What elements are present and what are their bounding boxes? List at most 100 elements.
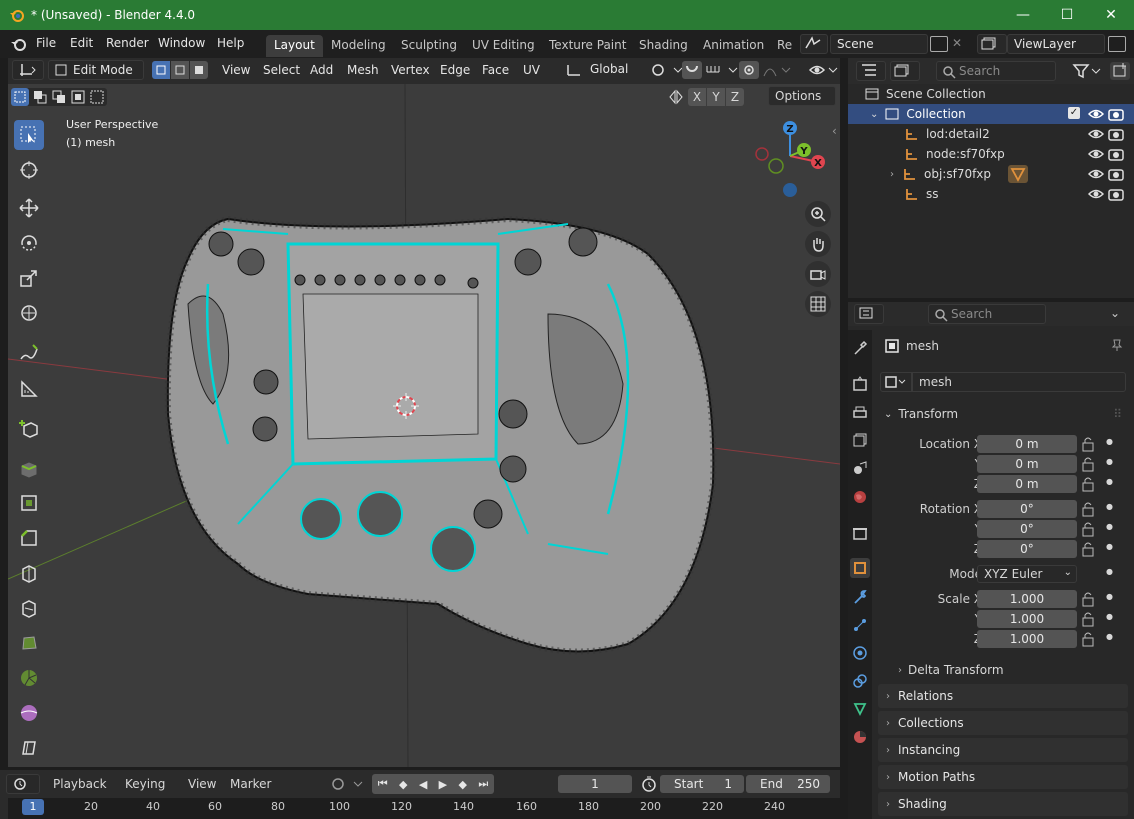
keyframe-dot-icon[interactable]: ● [1106,632,1113,641]
frame-end-field[interactable]: End 250 [746,775,830,793]
minimize-button[interactable]: — [1000,0,1046,30]
transform-panel-header[interactable]: ⌄ Transform ⠿ [878,402,1128,426]
object-browse-button[interactable] [880,372,912,392]
delete-scene-icon[interactable]: ✕ [952,36,962,50]
sidebar-toggle-icon[interactable]: ‹ [832,124,837,138]
snap-target-icon[interactable] [705,62,739,78]
rotation-mode-dropdown[interactable]: XYZ Euler ⌄ [977,565,1077,583]
rotation-x-field[interactable]: 0° [977,500,1077,518]
mirror-x-toggle[interactable]: X [688,88,706,106]
viewport-menu-add[interactable]: Add [310,63,333,77]
falloff-icon[interactable] [762,62,792,78]
menu-window[interactable]: Window [158,36,205,50]
keyframe-dot-icon[interactable]: ● [1106,477,1113,486]
rotation-z-field[interactable]: 0° [977,540,1077,558]
motion-paths-panel[interactable]: › Motion Paths [878,765,1128,789]
rotate-tool[interactable] [14,228,44,258]
next-keyframe-button[interactable]: ◆ [459,778,467,791]
viewport-menu-uv[interactable]: UV [523,63,540,77]
lock-icon[interactable] [1081,521,1095,537]
lock-icon[interactable] [1081,591,1095,607]
outliner-item-ss[interactable]: ss [848,184,1134,204]
tab-uv-editing[interactable]: UV Editing [464,35,543,57]
pin-icon[interactable] [1110,338,1124,352]
cursor-tool[interactable] [14,155,44,185]
annotate-tool[interactable] [14,338,44,368]
playhead[interactable]: 1 [22,799,44,815]
snap-toggle[interactable] [682,61,702,79]
tab-animation[interactable]: Animation [695,35,772,57]
timeline-editor-type-button[interactable] [6,774,40,794]
new-scene-icon[interactable] [930,36,948,52]
select-extend-button[interactable] [31,88,49,106]
viewport-menu-view[interactable]: View [222,63,250,77]
rotation-y-field[interactable]: 0° [977,520,1077,538]
spin-tool[interactable] [14,663,44,693]
camera-render-icon[interactable] [1108,187,1124,201]
properties-options-icon[interactable]: ⌄ [1110,306,1120,320]
mirror-y-toggle[interactable]: Y [707,88,725,106]
render-tab[interactable] [850,374,870,394]
menu-file[interactable]: File [36,36,56,50]
menu-help[interactable]: Help [217,36,244,50]
tool-tab[interactable] [850,338,870,358]
keyframe-dot-icon[interactable]: ● [1106,522,1113,531]
output-tab[interactable] [850,403,870,423]
filter-icon[interactable] [1072,63,1102,79]
current-frame-field[interactable]: 1 [558,775,632,793]
stopwatch-icon[interactable] [641,776,657,792]
viewport-menu-edge[interactable]: Edge [440,63,470,77]
delta-transform-subpanel[interactable]: › Delta Transform [898,660,1118,680]
child-mesh-badge[interactable] [1008,165,1028,183]
keyframe-dot-icon[interactable]: ● [1106,612,1113,621]
camera-render-icon[interactable] [1108,167,1124,181]
pivot-point-icon[interactable] [650,62,686,78]
select-box-tool[interactable] [14,120,44,150]
timeline-menu-keying[interactable]: Keying [125,777,165,791]
constraints-tab[interactable] [850,671,870,691]
bevel-tool[interactable] [14,523,44,553]
mirror-z-toggle[interactable]: Z [726,88,744,106]
play-button[interactable]: ▶ [439,778,447,791]
loop-cut-tool[interactable] [14,558,44,588]
new-collection-button[interactable] [1110,62,1130,80]
extrude-region-tool[interactable] [14,453,44,483]
timeline-menu-marker[interactable]: Marker [230,777,271,791]
keyframe-filter-icon[interactable] [330,776,366,792]
outliner-item-obj-sf70fxp[interactable]: › obj:sf70fxp [848,164,1134,184]
data-tab[interactable] [850,699,870,719]
play-reverse-button[interactable]: ◀ [419,778,427,791]
world-tab[interactable] [850,487,870,507]
jump-start-button[interactable]: ⏮ [378,777,388,791]
instancing-panel[interactable]: › Instancing [878,738,1128,762]
frame-start-field[interactable]: Start 1 [660,775,744,793]
pan-view-button[interactable] [805,231,831,257]
close-button[interactable]: ✕ [1088,0,1134,30]
object-name-field[interactable]: mesh [912,372,1126,392]
move-tool[interactable] [14,193,44,223]
scene-selector-button[interactable] [800,34,828,54]
timeline-menu-view[interactable]: View [188,777,216,791]
collections-panel[interactable]: › Collections [878,711,1128,735]
poly-build-tool[interactable] [14,628,44,658]
tab-modeling[interactable]: Modeling [323,35,394,57]
lock-icon[interactable] [1081,476,1095,492]
measure-tool[interactable] [14,374,44,404]
select-invert-button[interactable] [69,88,87,106]
camera-view-button[interactable] [805,261,831,287]
scale-z-field[interactable]: 1.000 [977,630,1077,648]
display-mode-button[interactable] [890,61,920,81]
keyframe-dot-icon[interactable]: ● [1106,542,1113,551]
scene-collection-row[interactable]: Scene Collection [864,84,1134,104]
location-x-field[interactable]: 0 m [977,435,1077,453]
drag-handle-icon[interactable]: ⠿ [1113,407,1122,421]
properties-editor-type-button[interactable] [854,304,884,324]
viewport-menu-vertex[interactable]: Vertex [391,63,430,77]
tab-layout[interactable]: Layout [266,35,323,57]
frame-ruler[interactable]: 1 20 40 60 80 100 120 140 160 180 200 22… [8,798,840,819]
lock-icon[interactable] [1081,501,1095,517]
zoom-view-button[interactable] [805,201,831,227]
camera-render-icon[interactable] [1108,127,1124,141]
eye-icon[interactable] [1088,107,1104,121]
timeline-menu-playback[interactable]: Playback [53,777,107,791]
